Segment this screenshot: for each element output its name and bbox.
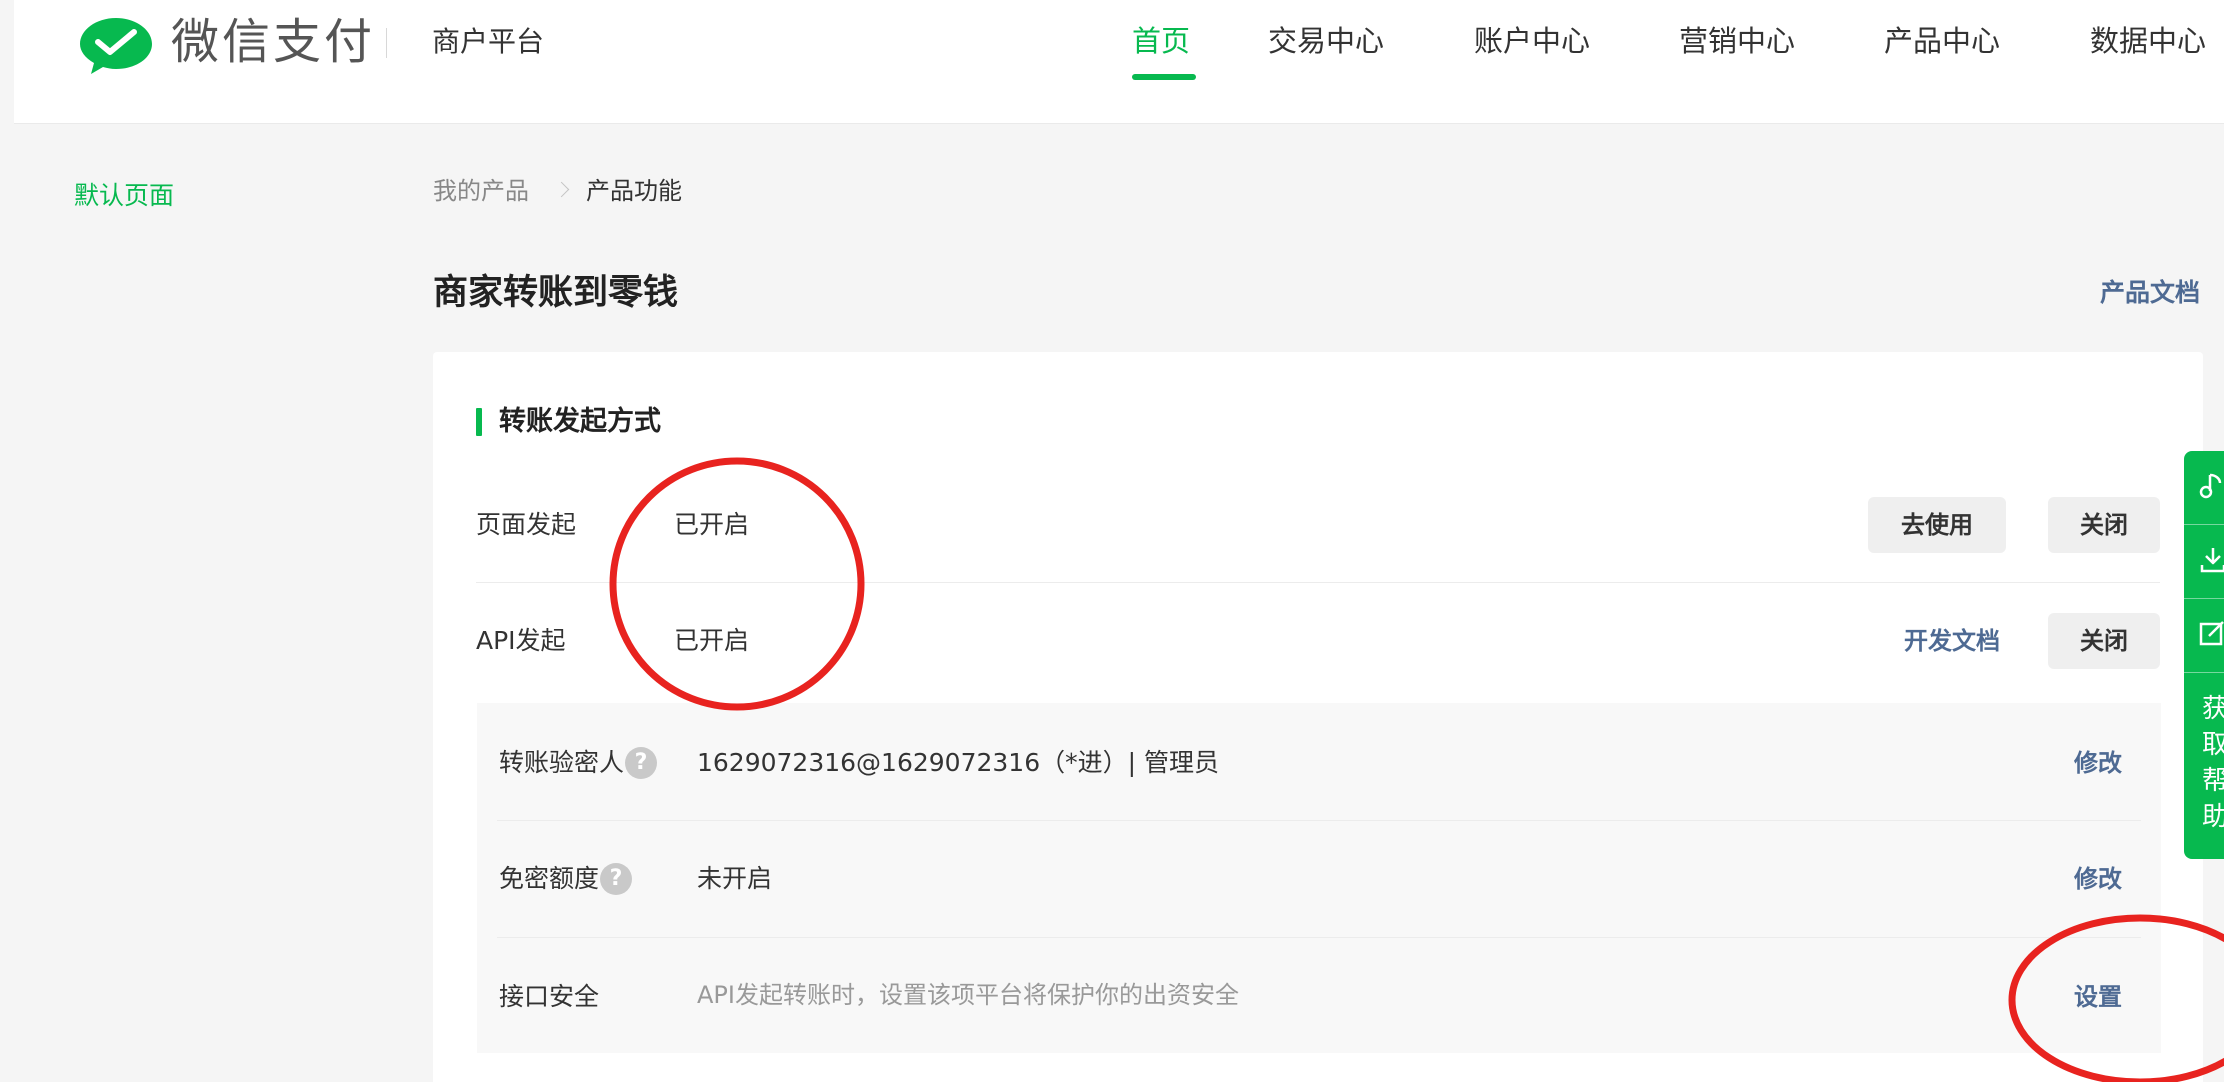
header-divider — [386, 28, 387, 58]
nav-products[interactable]: 产品中心 — [1884, 20, 2000, 62]
api-initiate-status: 已开启 — [674, 626, 750, 655]
api-initiate-label: API发起 — [476, 626, 566, 655]
nav-marketing[interactable]: 营销中心 — [1679, 20, 1795, 62]
breadcrumb-current: 产品功能 — [586, 177, 682, 205]
float-button-download[interactable] — [2184, 525, 2224, 597]
verifier-label: 转账验密人 — [499, 748, 625, 777]
section-accent-bar — [476, 408, 482, 436]
row-divider — [497, 937, 2141, 938]
free-limit-label: 免密额度 — [499, 864, 600, 893]
get-help-button[interactable]: 获取帮助 — [2202, 691, 2224, 835]
row-divider — [476, 582, 2160, 583]
dev-doc-link[interactable]: 开发文档 — [1904, 622, 2000, 660]
nav-transactions[interactable]: 交易中心 — [1268, 20, 1384, 62]
edit-icon — [2199, 621, 2224, 646]
music-note-icon — [2199, 473, 2222, 499]
close-page-initiate-button[interactable]: 关闭 — [2048, 497, 2160, 553]
wechat-pay-logo-icon — [80, 18, 152, 74]
page-title: 商家转账到零钱 — [433, 273, 679, 313]
free-limit-value: 未开启 — [697, 864, 773, 893]
sidebar-item-default-page[interactable]: 默认页面 — [74, 178, 174, 214]
logo-text: 微信支付 — [171, 14, 376, 70]
help-icon[interactable]: ? — [625, 747, 657, 779]
modify-verifier-link[interactable]: 修改 — [2074, 744, 2122, 782]
go-use-button[interactable]: 去使用 — [1868, 497, 2006, 553]
page-initiate-label: 页面发起 — [476, 510, 577, 539]
float-divider — [2184, 672, 2224, 673]
page-initiate-status: 已开启 — [674, 510, 750, 539]
float-button-music[interactable] — [2184, 451, 2224, 523]
help-icon[interactable]: ? — [600, 863, 632, 895]
modify-free-limit-link[interactable]: 修改 — [2074, 860, 2122, 898]
top-nav-bar: 微信支付 商户平台 首页 交易中心 账户中心 营销中心 产品中心 数据中心 — [14, 0, 2224, 124]
download-icon — [2200, 548, 2224, 573]
nav-data[interactable]: 数据中心 — [2090, 20, 2206, 62]
section-title: 转账发起方式 — [499, 406, 661, 437]
api-security-setup-link[interactable]: 设置 — [2074, 978, 2122, 1016]
api-security-hint: API发起转账时，设置该项平台将保护你的出资安全 — [697, 981, 1239, 1009]
nav-account[interactable]: 账户中心 — [1474, 20, 1590, 62]
breadcrumb-my-products[interactable]: 我的产品 — [433, 172, 529, 210]
floating-help-toolbar: 获取帮助 — [2184, 451, 2224, 859]
chevron-right-icon — [553, 181, 570, 198]
close-api-initiate-button[interactable]: 关闭 — [2048, 613, 2160, 669]
platform-name: 商户平台 — [432, 25, 545, 58]
product-doc-link[interactable]: 产品文档 — [2100, 274, 2200, 312]
nav-home[interactable]: 首页 — [1132, 20, 1190, 62]
float-button-edit[interactable] — [2184, 599, 2224, 671]
row-divider — [497, 820, 2141, 821]
api-security-label: 接口安全 — [499, 982, 600, 1011]
verifier-value: 1629072316@1629072316（*进）| 管理员 — [697, 748, 1219, 777]
nav-active-indicator — [1132, 74, 1196, 80]
